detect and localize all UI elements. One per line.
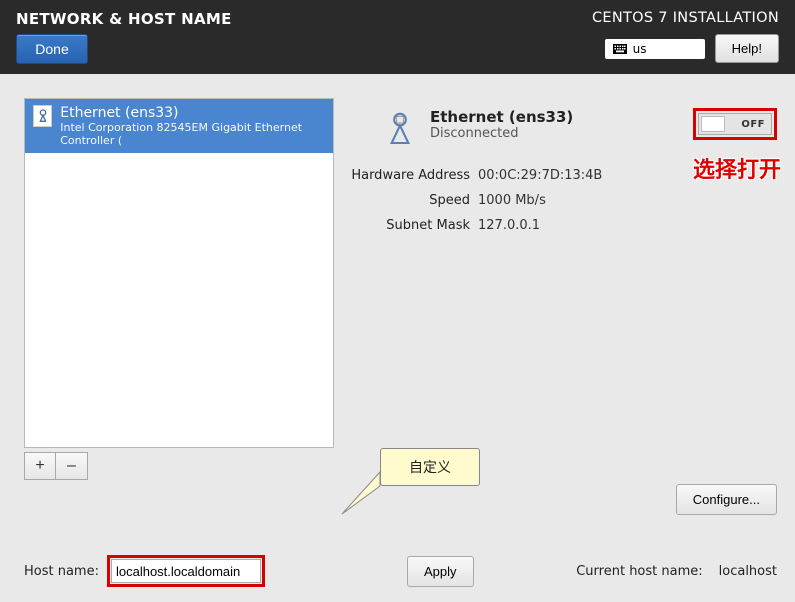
info-label: Speed bbox=[350, 193, 470, 208]
info-row-speed: Speed 1000 Mb/s bbox=[350, 193, 777, 208]
header-bar: NETWORK & HOST NAME Done CENTOS 7 INSTAL… bbox=[0, 0, 795, 74]
keyboard-layout-text: us bbox=[633, 42, 647, 56]
annotation-hostname-highlight bbox=[107, 555, 265, 587]
info-label: Hardware Address bbox=[350, 168, 470, 183]
detail-interface-name: Ethernet (ens33) bbox=[430, 108, 573, 126]
hostname-input[interactable] bbox=[111, 559, 261, 583]
current-hostname-label: Current host name: bbox=[576, 564, 702, 579]
remove-interface-button[interactable]: – bbox=[56, 452, 88, 480]
keyboard-icon bbox=[613, 44, 627, 54]
apply-hostname-button[interactable]: Apply bbox=[407, 556, 474, 587]
callout-tail-icon bbox=[340, 468, 384, 518]
installation-title: CENTOS 7 INSTALLATION bbox=[592, 10, 779, 26]
interface-detail-pane: Ethernet (ens33) Disconnected OFF 选择打开 H… bbox=[350, 98, 777, 480]
annotation-toggle-text: 选择打开 bbox=[693, 152, 781, 184]
detail-interface-status: Disconnected bbox=[430, 126, 573, 141]
info-value: 00:0C:29:7D:13:4B bbox=[478, 168, 602, 183]
annotation-toggle-highlight: OFF bbox=[693, 108, 777, 140]
ethernet-large-icon bbox=[380, 108, 420, 148]
toggle-state-label: OFF bbox=[741, 119, 771, 130]
annotation-hostname-text: 自定义 bbox=[380, 448, 480, 486]
done-button[interactable]: Done bbox=[16, 34, 88, 64]
nic-item-desc: Intel Corporation 82545EM Gigabit Ethern… bbox=[60, 121, 325, 147]
info-row-subnet: Subnet Mask 127.0.0.1 bbox=[350, 218, 777, 233]
info-value: 1000 Mb/s bbox=[478, 193, 546, 208]
current-hostname-value: localhost bbox=[719, 564, 777, 579]
hostname-input-extension[interactable] bbox=[273, 556, 399, 586]
nic-list-item[interactable]: Ethernet (ens33) Intel Corporation 82545… bbox=[25, 99, 333, 153]
page-title: NETWORK & HOST NAME bbox=[16, 6, 232, 28]
toggle-handle bbox=[701, 116, 725, 132]
interface-toggle-switch[interactable]: OFF bbox=[698, 113, 772, 135]
add-interface-button[interactable]: + bbox=[24, 452, 56, 480]
nic-item-name: Ethernet (ens33) bbox=[60, 105, 325, 121]
info-value: 127.0.0.1 bbox=[478, 218, 540, 233]
annotation-hostname-callout: 自定义 bbox=[380, 448, 480, 486]
network-interface-list[interactable]: Ethernet (ens33) Intel Corporation 82545… bbox=[24, 98, 334, 448]
main-content: Ethernet (ens33) Intel Corporation 82545… bbox=[0, 74, 795, 602]
hostname-label: Host name: bbox=[24, 564, 99, 579]
help-button[interactable]: Help! bbox=[715, 34, 779, 63]
info-label: Subnet Mask bbox=[350, 218, 470, 233]
keyboard-layout-indicator[interactable]: us bbox=[605, 39, 705, 59]
configure-button[interactable]: Configure... bbox=[676, 484, 777, 515]
ethernet-icon bbox=[33, 105, 52, 127]
